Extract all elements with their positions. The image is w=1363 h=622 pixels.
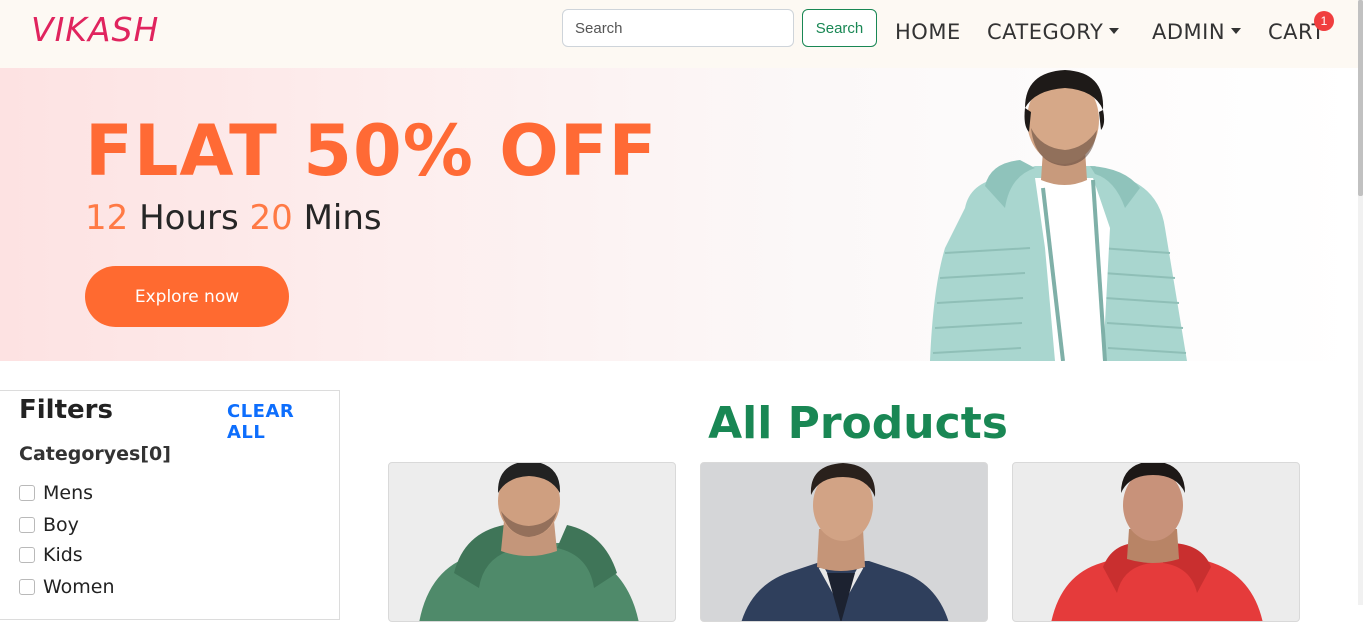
product-image bbox=[1051, 463, 1263, 621]
product-card[interactable] bbox=[1012, 462, 1300, 622]
hero-model-image bbox=[930, 70, 1187, 361]
caret-down-icon bbox=[1109, 28, 1120, 34]
cart-count-badge: 1 bbox=[1314, 11, 1334, 31]
search-button[interactable]: Search bbox=[802, 9, 877, 47]
nav-admin-dropdown[interactable]: ADMIN bbox=[1152, 20, 1242, 44]
nav-home-link[interactable]: HOME bbox=[895, 20, 961, 44]
countdown-hours: 12 bbox=[85, 198, 129, 238]
category-label: Mens bbox=[43, 482, 94, 504]
navbar: VIKASH Search HOME CATEGORY ADMIN CART 1 bbox=[0, 0, 1358, 68]
nav-category-dropdown[interactable]: CATEGORY bbox=[987, 20, 1120, 44]
caret-down-icon bbox=[1231, 28, 1242, 34]
category-label: Boy bbox=[43, 514, 79, 536]
page-scrollbar-thumb[interactable] bbox=[1358, 0, 1363, 196]
filters-title: Filters bbox=[19, 395, 113, 425]
clear-all-link[interactable]: CLEAR ALL bbox=[227, 401, 339, 443]
brand-logo[interactable]: VIKASH bbox=[31, 10, 159, 49]
checkbox-icon[interactable] bbox=[19, 579, 35, 595]
hero-title: FLAT 50% OFF bbox=[85, 110, 658, 192]
countdown-mins-label: Mins bbox=[303, 198, 382, 238]
all-products-heading: All Products bbox=[708, 398, 1008, 449]
product-card[interactable] bbox=[700, 462, 988, 622]
checkbox-icon[interactable] bbox=[19, 485, 35, 501]
category-label: Women bbox=[43, 576, 115, 598]
category-checkbox-kids[interactable]: Kids bbox=[19, 543, 83, 567]
product-card[interactable] bbox=[388, 462, 676, 622]
category-checkbox-mens[interactable]: Mens bbox=[19, 481, 93, 505]
product-image bbox=[419, 463, 639, 621]
category-checkbox-boy[interactable]: Boy bbox=[19, 513, 79, 537]
category-checkbox-women[interactable]: Women bbox=[19, 575, 115, 599]
categories-heading: Categoryes[0] bbox=[19, 443, 171, 465]
countdown-hours-label: Hours bbox=[139, 198, 239, 238]
filters-panel: Filters CLEAR ALL Categoryes[0] Mens Boy… bbox=[0, 390, 340, 620]
checkbox-icon[interactable] bbox=[19, 547, 35, 563]
checkbox-icon[interactable] bbox=[19, 517, 35, 533]
nav-admin-label: ADMIN bbox=[1152, 20, 1226, 44]
hero-banner: FLAT 50% OFF 12 Hours 20 Mins Explore no… bbox=[0, 68, 1358, 361]
nav-category-label: CATEGORY bbox=[987, 20, 1104, 44]
search-input[interactable] bbox=[562, 9, 794, 47]
product-image bbox=[741, 463, 949, 621]
category-label: Kids bbox=[43, 544, 83, 566]
countdown-mins: 20 bbox=[249, 198, 293, 238]
hero-countdown: 12 Hours 20 Mins bbox=[85, 198, 382, 238]
explore-now-button[interactable]: Explore now bbox=[85, 266, 289, 327]
